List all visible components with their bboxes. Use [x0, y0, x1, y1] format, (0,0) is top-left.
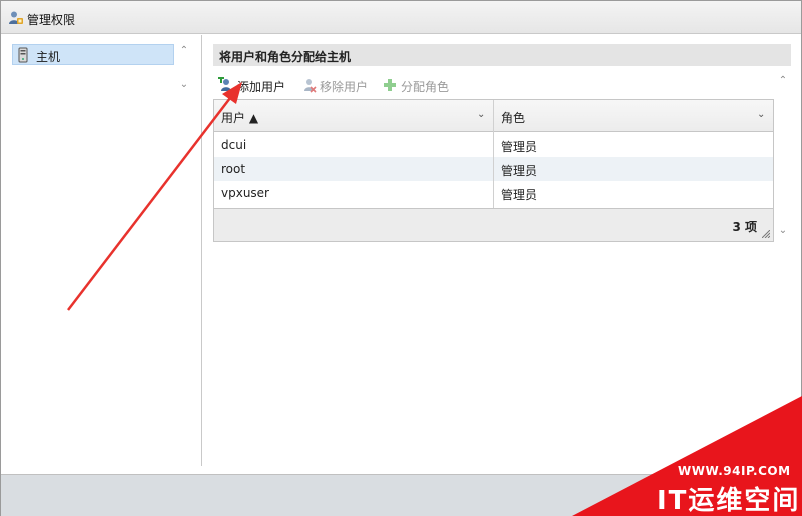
status-bar [1, 474, 801, 516]
scroll-down-icon[interactable]: ⌄ [775, 223, 791, 239]
column-header-role[interactable]: 角色 ⌄ [494, 100, 773, 132]
column-header-user[interactable]: 用户 ▲ ⌄ [214, 100, 493, 132]
column-header-user-label: 用户 ▲ [221, 111, 259, 125]
chevron-down-icon[interactable]: ⌄ [757, 109, 765, 120]
cell-user: root [221, 162, 246, 176]
tree-scrollbar[interactable]: ⌃ ⌄ [176, 43, 192, 95]
panel-scrollbar[interactable]: ⌃ ⌄ [775, 73, 791, 241]
remove-user-icon [304, 79, 317, 93]
section-header-text: 将用户和角色分配给主机 [219, 50, 352, 64]
tree-item-host[interactable]: 主机 [12, 44, 174, 65]
add-user-icon [218, 77, 231, 91]
tree-item-label: 主机 [36, 50, 61, 64]
inventory-tree-pane: 主机 ⌃ ⌄ [1, 35, 202, 466]
section-header: 将用户和角色分配给主机 [213, 44, 791, 66]
host-server-icon [18, 47, 28, 63]
column-header-role-label: 角色 [501, 111, 526, 125]
title-bar: 管理权限 [1, 1, 801, 34]
remove-user-button[interactable]: 移除用户 [301, 76, 373, 94]
cell-role: 管理员 [501, 188, 538, 202]
scroll-up-icon[interactable]: ⌃ [775, 73, 791, 89]
table-footer: 3 项 [214, 208, 773, 241]
assign-role-label: 分配角色 [401, 80, 450, 94]
add-user-button[interactable]: 添加用户 [218, 76, 290, 94]
resize-grip-icon[interactable] [762, 230, 770, 238]
window-title: 管理权限 [27, 13, 76, 27]
permissions-table: 用户 ▲ ⌄ 角色 ⌄ dcui 管理员 root 管理员 vpxuser 管理… [213, 99, 774, 242]
scroll-down-icon[interactable]: ⌄ [176, 77, 192, 93]
plus-icon [384, 79, 396, 91]
add-user-label: 添加用户 [237, 80, 286, 94]
cell-role: 管理员 [501, 140, 538, 154]
column-divider [493, 100, 494, 208]
permissions-toolbar: 添加用户 移除用户 分配角色 [213, 73, 773, 97]
item-count: 3 项 [732, 220, 757, 234]
user-permissions-icon [9, 11, 23, 24]
cell-user: vpxuser [221, 186, 269, 200]
scroll-up-icon[interactable]: ⌃ [176, 43, 192, 59]
manage-permissions-window: 管理权限 主机 ⌃ ⌄ 将用户和角色分配给主机 添加用户 移除用户 分配角色 ⌃… [0, 0, 802, 516]
assign-role-button[interactable]: 分配角色 [382, 76, 454, 94]
chevron-down-icon[interactable]: ⌄ [477, 109, 485, 120]
cell-user: dcui [221, 138, 247, 152]
cell-role: 管理员 [501, 164, 538, 178]
remove-user-label: 移除用户 [320, 80, 369, 94]
